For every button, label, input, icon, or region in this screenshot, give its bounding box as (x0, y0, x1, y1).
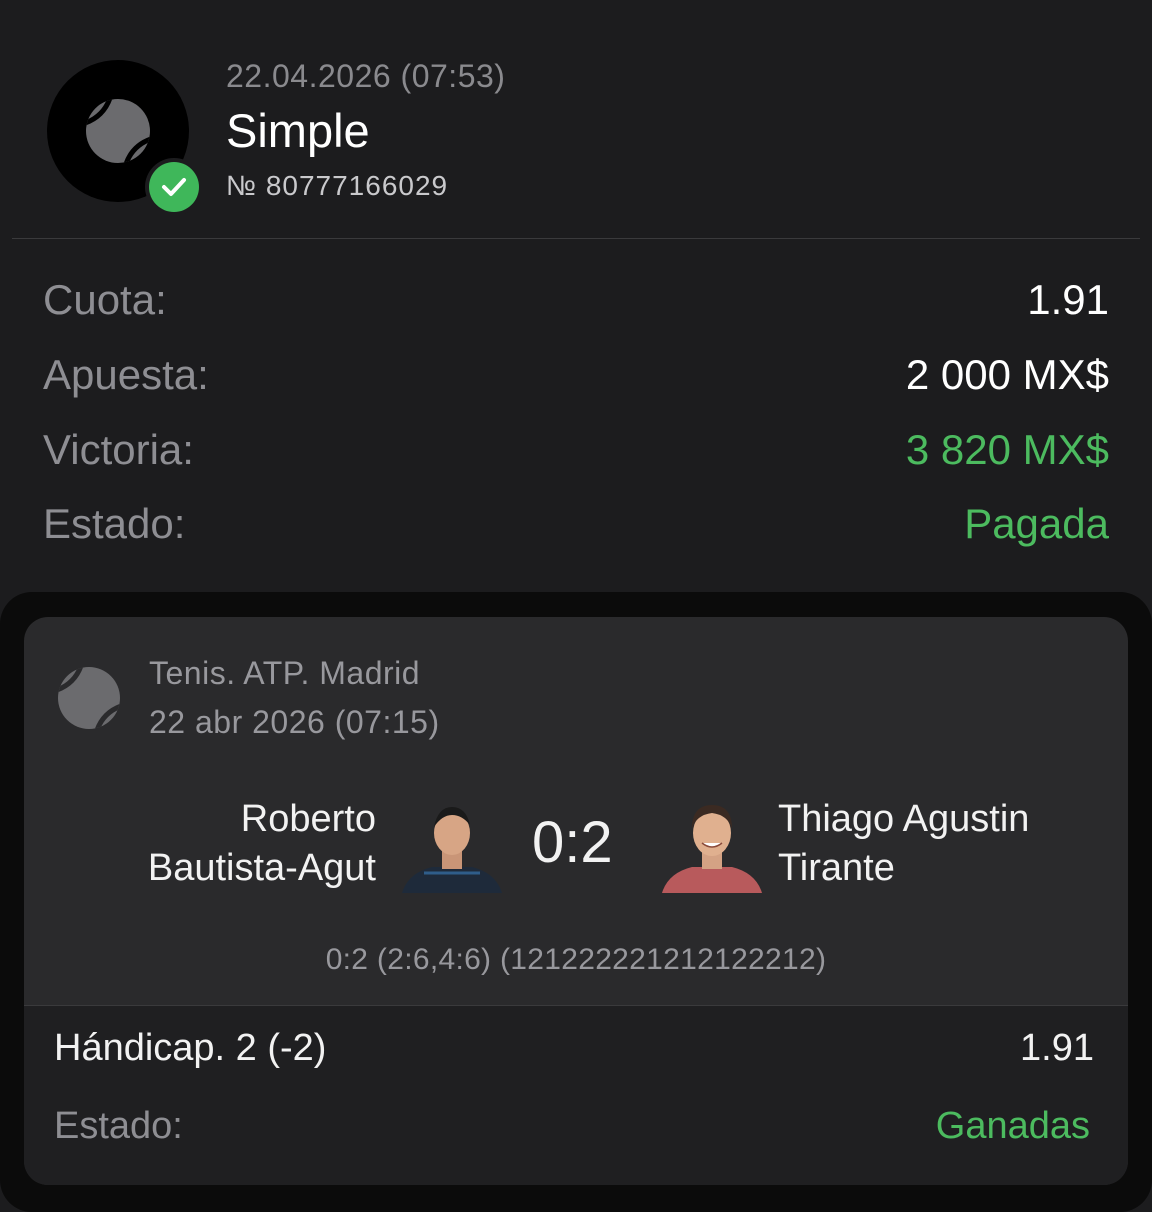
tennis-ball-icon (86, 99, 150, 163)
league-name: Tenis. ATP. Madrid (149, 655, 421, 691)
player-1-name: Roberto Bautista-Agut (56, 795, 376, 893)
bet-type-title: Simple (226, 104, 370, 157)
market-name: Hándicap. 2 (-2) (54, 1027, 327, 1069)
odds-label: Cuota: (43, 276, 167, 323)
odds-row: Cuota: 1.91 (43, 276, 1109, 336)
player-2-name: Thiago Agustin Tirante (778, 795, 1098, 893)
state-label: Estado: (43, 500, 186, 547)
player-1-last-name: Bautista-Agut (147, 847, 376, 889)
market-odds: 1.91 (1020, 1027, 1094, 1069)
set-scores: 0:2 (2:6,4:6) (121222221212122212) (325, 943, 827, 976)
win-label: Victoria: (43, 426, 194, 473)
match-date: 22 abr 2026 (07:15) (149, 704, 440, 740)
selection-state-value: Ganadas (935, 1105, 1090, 1147)
player-1-avatar (402, 807, 502, 893)
state-value: Pagada (964, 500, 1109, 547)
tennis-ball-icon (58, 667, 120, 729)
check-icon (162, 178, 186, 196)
stake-row: Apuesta: 2 000 MX$ (43, 351, 1109, 411)
match-score: 0:2 (532, 810, 613, 875)
player-1-first-name: Roberto (240, 798, 376, 840)
odds-value: 1.91 (1027, 276, 1109, 323)
player-2-first-name: Thiago Agustin (778, 798, 1030, 840)
win-row: Victoria: 3 820 MX$ (43, 426, 1109, 486)
stake-label: Apuesta: (43, 351, 209, 398)
bet-number: № 80777166029 (226, 170, 449, 201)
header-divider (12, 238, 1140, 239)
state-row: Estado: Pagada (43, 500, 1109, 560)
stake-value: 2 000 MX$ (905, 351, 1109, 398)
win-value: 3 820 MX$ (905, 426, 1109, 473)
event-card[interactable]: Tenis. ATP. Madrid 22 abr 2026 (07:15) R… (24, 617, 1128, 1185)
selection-state-label: Estado: (54, 1105, 183, 1147)
bet-datetime: 22.04.2026 (07:53) (226, 58, 506, 94)
bet-header: 22.04.2026 (07:53) Simple № 80777166029 (0, 0, 1152, 238)
status-badge (145, 158, 203, 216)
player-2-avatar (662, 805, 762, 893)
player-2-last-name: Tirante (778, 847, 895, 889)
